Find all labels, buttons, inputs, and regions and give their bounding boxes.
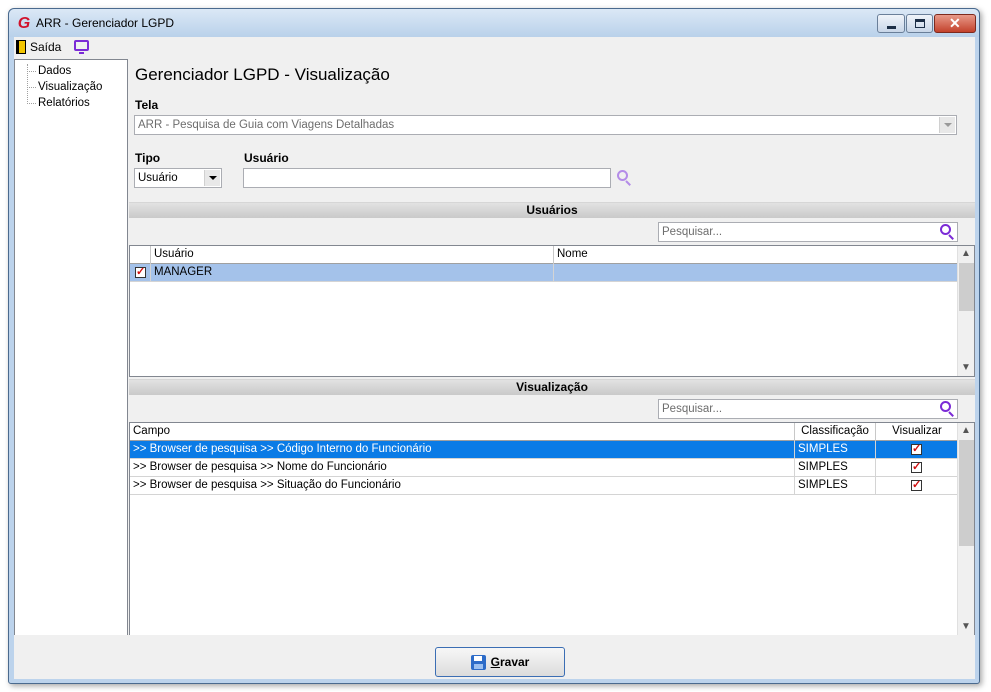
minimize-button[interactable] (877, 14, 905, 33)
checkbox-column-header (130, 246, 151, 264)
monitor-icon[interactable] (74, 40, 89, 54)
usuarios-grid-header: Usuário Nome (130, 246, 958, 264)
cell-campo: >> Browser de pesquisa >> Nome do Funcio… (130, 459, 795, 476)
tree-connector (27, 64, 28, 104)
app-logo-icon: G (17, 15, 31, 32)
visualizacao-grid-header: Campo Classificação Visualizar (130, 423, 958, 441)
search-icon[interactable] (940, 224, 956, 240)
tipo-select[interactable]: Usuário (134, 168, 222, 188)
gravar-label-rest: ravar (499, 655, 530, 669)
floppy-icon (470, 654, 486, 670)
visualizacao-search-field[interactable] (659, 400, 957, 418)
scroll-thumb[interactable] (959, 263, 974, 311)
usuarios-search-field[interactable] (659, 223, 957, 241)
tree-branch (27, 71, 36, 72)
scroll-up-icon[interactable]: ▲ (958, 246, 974, 262)
search-icon[interactable] (940, 401, 956, 417)
column-header-usuario[interactable]: Usuário (151, 246, 554, 264)
table-row[interactable]: >> Browser de pesquisa >> Código Interno… (130, 441, 958, 459)
scroll-down-icon[interactable]: ▼ (958, 360, 974, 376)
close-button[interactable]: ✕ (934, 14, 976, 33)
tipo-label: Tipo (135, 151, 161, 165)
visualizacao-scrollbar[interactable]: ▲ ▼ (957, 423, 974, 635)
cell-classificacao: SIMPLES (795, 477, 876, 494)
tree-item-dados[interactable]: Dados (38, 64, 71, 79)
usuarios-scrollbar[interactable]: ▲ ▼ (957, 246, 974, 376)
main-panel: Gerenciador LGPD - Visualização Tela ARR… (129, 59, 975, 657)
usuario-field[interactable] (244, 169, 610, 187)
cell-classificacao: SIMPLES (795, 459, 876, 476)
cell-campo: >> Browser de pesquisa >> Código Interno… (130, 441, 795, 458)
visualizacao-grid: Campo Classificação Visualizar >> Browse… (129, 422, 975, 636)
tipo-value: Usuário (138, 172, 178, 184)
row-checkbox-cell[interactable] (130, 264, 151, 281)
title-bar[interactable]: G ARR - Gerenciador LGPD ✕ (9, 9, 979, 37)
page-title: Gerenciador LGPD - Visualização (135, 65, 390, 84)
column-header-nome[interactable]: Nome (554, 246, 958, 264)
tela-label: Tela (135, 98, 159, 112)
scroll-up-icon[interactable]: ▲ (958, 423, 974, 439)
checkbox-checked[interactable] (135, 265, 146, 279)
door-icon (16, 40, 26, 54)
usuario-label: Usuário (244, 151, 289, 165)
cell-campo: >> Browser de pesquisa >> Situação do Fu… (130, 477, 795, 494)
menu-bar: Saída (14, 37, 975, 57)
table-row[interactable]: >> Browser de pesquisa >> Nome do Funcio… (130, 459, 958, 477)
column-header-visualizar[interactable]: Visualizar (876, 423, 958, 441)
exit-label: Saída (30, 40, 62, 54)
usuario-input[interactable] (243, 168, 611, 188)
usuarios-search-input[interactable] (658, 222, 958, 242)
checkbox-checked[interactable] (911, 478, 922, 492)
gravar-mnemonic: G (490, 655, 500, 669)
tree-item-relatorios[interactable]: Relatórios (38, 96, 90, 111)
cell-visualizar[interactable] (876, 477, 958, 494)
client-area: Saída Dados Visualização Relatórios Gere… (14, 37, 975, 679)
scroll-down-icon[interactable]: ▼ (958, 619, 974, 635)
cell-visualizar[interactable] (876, 459, 958, 476)
table-row[interactable]: >> Browser de pesquisa >> Situação do Fu… (130, 477, 958, 495)
usuarios-section-header: Usuários (129, 202, 975, 218)
gravar-button[interactable]: Gravar (435, 647, 565, 677)
chevron-down-icon[interactable] (939, 117, 955, 133)
table-row[interactable]: MANAGER (130, 264, 958, 282)
chevron-down-icon[interactable] (204, 170, 220, 186)
column-header-classificacao[interactable]: Classificação (795, 423, 876, 441)
checkbox-checked[interactable] (911, 442, 922, 456)
column-header-campo[interactable]: Campo (130, 423, 795, 441)
window-title: ARR - Gerenciador LGPD (36, 16, 175, 30)
search-icon[interactable] (617, 170, 633, 186)
cell-classificacao: SIMPLES (795, 441, 876, 458)
cell-visualizar[interactable] (876, 441, 958, 458)
checkbox-checked[interactable] (911, 460, 922, 474)
tela-select[interactable]: ARR - Pesquisa de Guia com Viagens Detal… (134, 115, 957, 135)
footer-bar: Gravar (14, 635, 975, 679)
visualizacao-search-input[interactable] (658, 399, 958, 419)
gravar-label: Gravar (491, 655, 530, 669)
maximize-icon (915, 19, 925, 28)
usuarios-grid: Usuário Nome MANAGER ▲ ▼ (129, 245, 975, 377)
maximize-button[interactable] (906, 14, 933, 33)
navigation-tree: Dados Visualização Relatórios (14, 59, 128, 657)
close-icon: ✕ (949, 15, 961, 31)
scroll-thumb[interactable] (959, 440, 974, 546)
minimize-icon (887, 26, 896, 29)
tela-value: ARR - Pesquisa de Guia com Viagens Detal… (138, 119, 395, 131)
cell-usuario: MANAGER (151, 264, 554, 281)
visualizacao-section-header: Visualização (129, 379, 975, 395)
tree-branch (27, 103, 36, 104)
cell-nome (554, 264, 958, 281)
tree-branch (27, 87, 36, 88)
tree-item-visualizacao[interactable]: Visualização (38, 80, 102, 95)
main-window: G ARR - Gerenciador LGPD ✕ Saída Dados V… (8, 8, 980, 684)
exit-menu-item[interactable]: Saída (16, 39, 61, 55)
